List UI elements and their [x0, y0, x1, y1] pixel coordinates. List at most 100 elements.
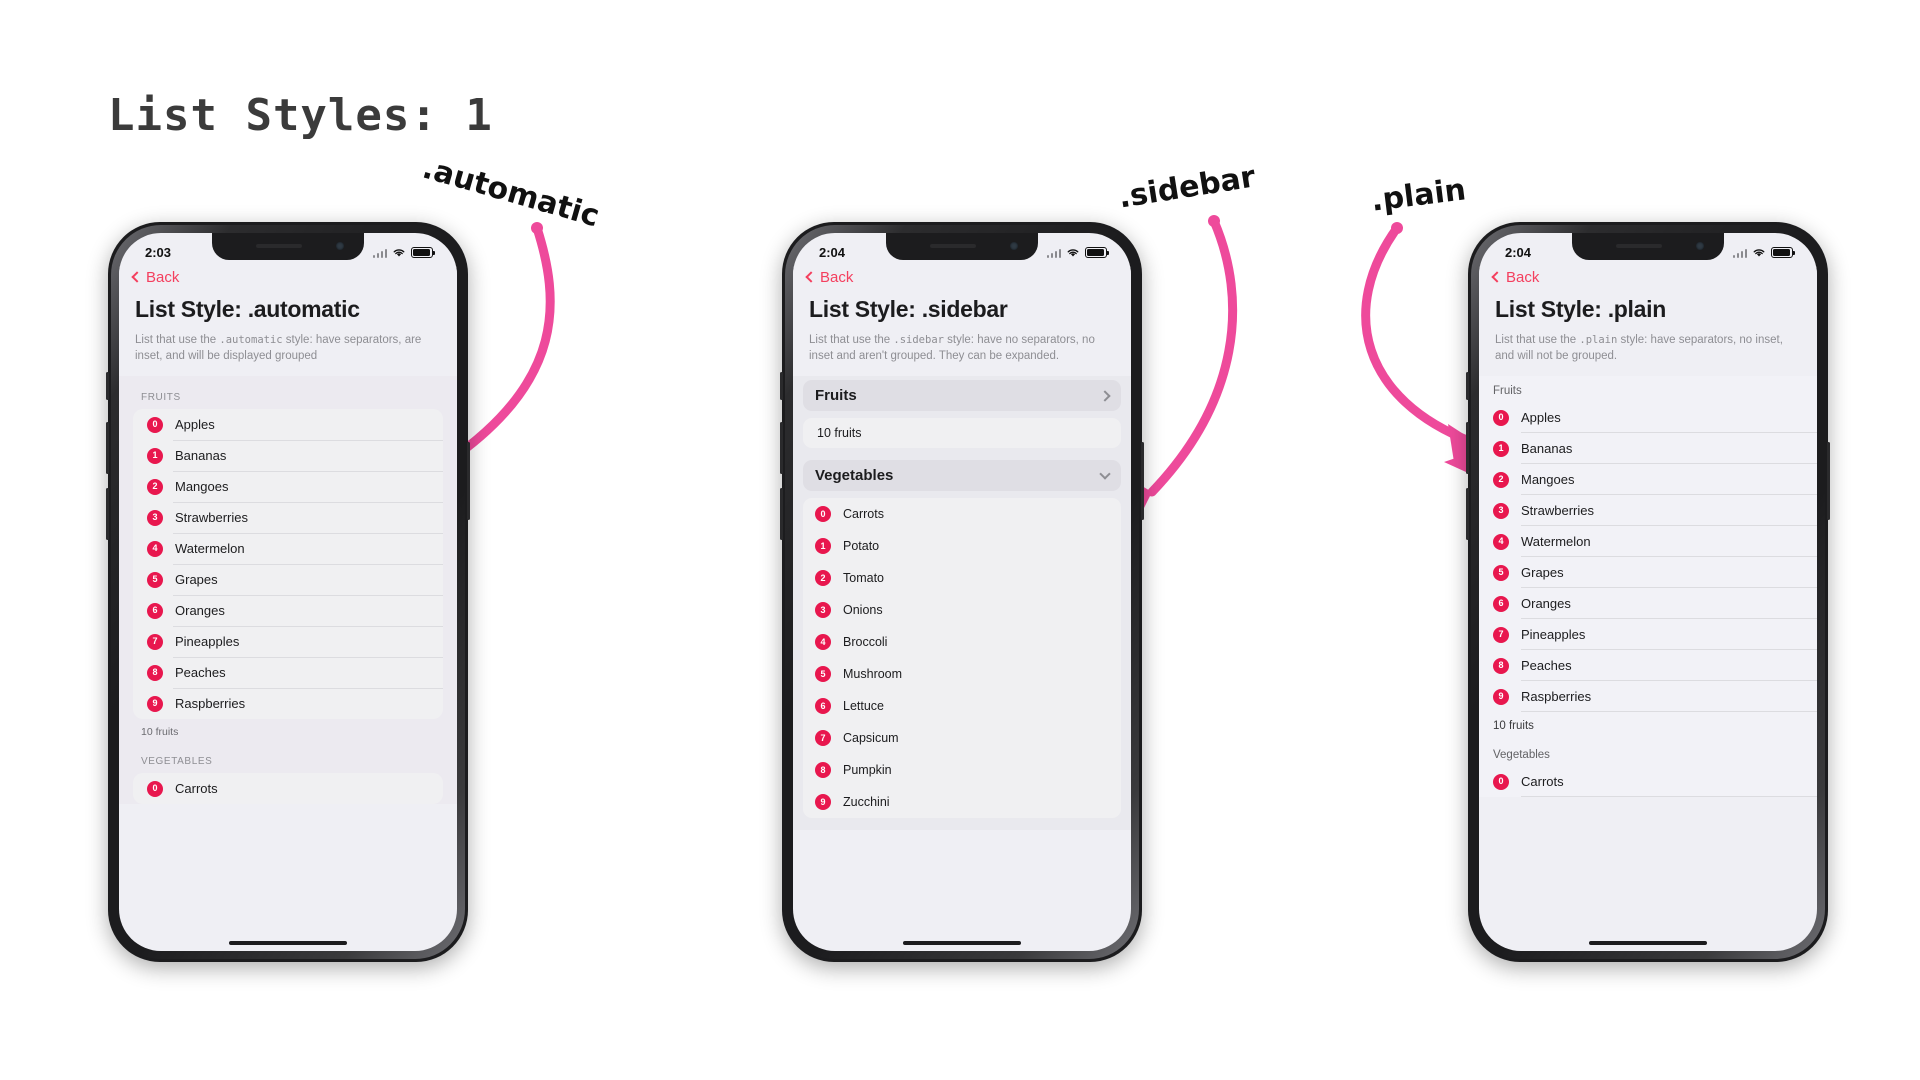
- list-item[interactable]: 6 Oranges: [133, 595, 443, 626]
- list-item[interactable]: 0 Carrots: [1479, 766, 1817, 798]
- list-item[interactable]: 3 Strawberries: [133, 502, 443, 533]
- index-badge: 8: [147, 664, 163, 681]
- item-label: Peaches: [175, 665, 226, 681]
- item-label: Mangoes: [175, 479, 229, 495]
- power-button[interactable]: [1827, 442, 1830, 520]
- item-label: Grapes: [1521, 565, 1564, 581]
- signal-icon: [372, 248, 387, 258]
- list-sidebar[interactable]: Fruits 10 fruits Vegetables 0 Carrots 1 Po…: [793, 376, 1131, 831]
- list-item[interactable]: 0 Apples: [133, 409, 443, 440]
- item-label: Carrots: [175, 781, 218, 797]
- list-item[interactable]: 3 Strawberries: [1479, 495, 1817, 527]
- list-item[interactable]: 2 Tomato: [803, 562, 1121, 594]
- item-label: Carrots: [1521, 774, 1564, 790]
- index-badge: 1: [147, 447, 163, 464]
- list-item[interactable]: 1 Potato: [803, 530, 1121, 562]
- section-header-vegetables: VEGETABLES: [141, 756, 213, 768]
- list-item[interactable]: 9 Raspberries: [1479, 681, 1817, 713]
- list-item[interactable]: 9 Zucchini: [803, 786, 1121, 818]
- index-badge: 0: [815, 506, 831, 523]
- volume-down-button[interactable]: [106, 488, 109, 540]
- status-bar: 2:04: [1479, 233, 1817, 266]
- index-badge: 2: [147, 478, 163, 495]
- back-button[interactable]: Back: [131, 269, 179, 286]
- section-header-vegetables[interactable]: Vegetables: [803, 460, 1121, 492]
- list-item[interactable]: 6 Lettuce: [803, 690, 1121, 722]
- index-badge: 6: [815, 698, 831, 715]
- chevron-left-icon: [805, 271, 817, 283]
- index-badge: 0: [1493, 773, 1509, 790]
- power-button[interactable]: [467, 442, 470, 520]
- list-item[interactable]: 4 Broccoli: [803, 626, 1121, 658]
- section-card-vegetables: 0 Carrots 1 Potato 2 Tomato 3 Onions 4 Brocco…: [803, 498, 1121, 819]
- desc-pre: List that use the: [135, 334, 220, 346]
- list-item[interactable]: 4 Watermelon: [133, 533, 443, 564]
- list-item[interactable]: 5 Grapes: [1479, 557, 1817, 589]
- volume-up-button[interactable]: [1466, 422, 1469, 474]
- item-label: Peaches: [1521, 658, 1572, 674]
- list-item[interactable]: 0 Carrots: [133, 773, 443, 804]
- list-item[interactable]: 5 Grapes: [133, 564, 443, 595]
- list-item[interactable]: 0 Carrots: [803, 498, 1121, 530]
- desc-pre: List that use the: [1495, 334, 1580, 346]
- back-button[interactable]: Back: [1491, 269, 1539, 286]
- list-item[interactable]: 8 Peaches: [133, 657, 443, 688]
- list-item[interactable]: 1 Bananas: [133, 440, 443, 471]
- list-item[interactable]: 8 Pumpkin: [803, 754, 1121, 786]
- mute-switch[interactable]: [106, 372, 109, 400]
- index-badge: 8: [1493, 657, 1509, 674]
- desc-pre: List that use the: [809, 334, 894, 346]
- list-item[interactable]: 7 Capsicum: [803, 722, 1121, 754]
- chevron-down-icon[interactable]: [1099, 467, 1111, 480]
- section-header-fruits[interactable]: Fruits: [803, 380, 1121, 412]
- index-badge: 4: [815, 634, 831, 651]
- nav-bar: Back: [793, 266, 1131, 286]
- index-badge: 7: [147, 633, 163, 650]
- index-badge: 6: [1493, 595, 1509, 612]
- battery-icon: [411, 247, 435, 258]
- nav-bar: Back: [119, 266, 457, 286]
- item-label: Mangoes: [1521, 472, 1575, 488]
- list-plain[interactable]: Fruits 0 Apples 1 Bananas 2 Mangoes 3 Strawb…: [1479, 376, 1817, 798]
- list-automatic[interactable]: FRUITS 0 Apples 1 Bananas 2 Mangoes 3 Strawb…: [119, 376, 457, 805]
- list-item[interactable]: 6 Oranges: [1479, 588, 1817, 620]
- list-item[interactable]: 8 Peaches: [1479, 650, 1817, 682]
- volume-down-button[interactable]: [780, 488, 783, 540]
- list-item[interactable]: 2 Mangoes: [133, 471, 443, 502]
- volume-up-button[interactable]: [106, 422, 109, 474]
- list-item[interactable]: 1 Bananas: [1479, 433, 1817, 465]
- back-label: Back: [820, 268, 854, 286]
- list-item[interactable]: 2 Mangoes: [1479, 464, 1817, 496]
- mute-switch[interactable]: [1466, 372, 1469, 400]
- chevron-left-icon: [131, 271, 143, 283]
- mute-switch[interactable]: [780, 372, 783, 400]
- signal-icon: [1046, 248, 1061, 258]
- power-button[interactable]: [1141, 442, 1144, 520]
- chevron-right-icon[interactable]: [1099, 389, 1111, 402]
- home-indicator[interactable]: [1589, 940, 1707, 945]
- home-indicator[interactable]: [903, 940, 1021, 945]
- item-label: Raspberries: [175, 696, 246, 712]
- home-indicator[interactable]: [229, 940, 347, 945]
- list-item[interactable]: 5 Mushroom: [803, 658, 1121, 690]
- list-item[interactable]: 0 Apples: [1479, 402, 1817, 434]
- status-bar: 2:04: [793, 233, 1131, 266]
- section-card-vegetables: 0 Carrots: [133, 773, 443, 805]
- status-time: 2:03: [145, 245, 172, 260]
- list-item[interactable]: 3 Onions: [803, 594, 1121, 626]
- volume-down-button[interactable]: [1466, 488, 1469, 540]
- volume-up-button[interactable]: [780, 422, 783, 474]
- index-badge: 4: [1493, 533, 1509, 550]
- list-item[interactable]: 9 Raspberries: [133, 688, 443, 719]
- list-item[interactable]: 7 Pineapples: [1479, 619, 1817, 651]
- desc-code: .automatic: [219, 334, 283, 346]
- page-header-title: List Style: .sidebar: [793, 286, 1131, 323]
- back-button[interactable]: Back: [805, 268, 854, 286]
- item-label: Apples: [1521, 410, 1561, 426]
- section-summary-fruits: 10 fruits: [803, 418, 1121, 449]
- list-item[interactable]: 4 Watermelon: [1479, 526, 1817, 558]
- list-item[interactable]: 7 Pineapples: [133, 626, 443, 657]
- page-header-title: List Style: .plain: [1479, 286, 1817, 323]
- annotation-label-plain: .plain: [1369, 172, 1468, 219]
- index-badge: 9: [815, 794, 831, 811]
